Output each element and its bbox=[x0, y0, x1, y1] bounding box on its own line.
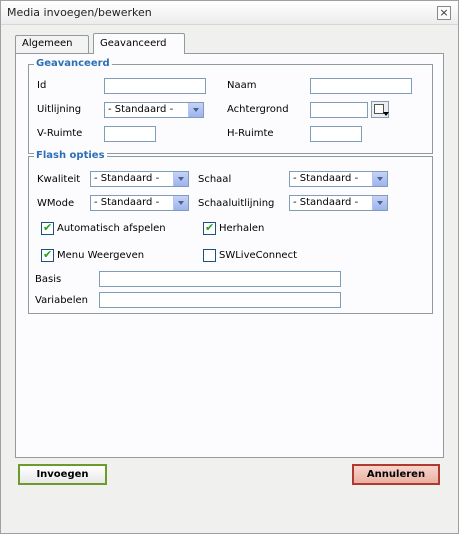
base-input[interactable] bbox=[99, 271, 341, 287]
background-label: Achtergrond bbox=[227, 104, 289, 115]
cancel-button[interactable]: Annuleren bbox=[352, 464, 440, 485]
chevron-down-icon bbox=[383, 112, 389, 116]
checkmark-icon: ✔ bbox=[43, 221, 53, 234]
menu-checkbox[interactable]: ✔ bbox=[41, 248, 54, 262]
align-label: Uitlijning bbox=[37, 104, 82, 115]
chevron-down-icon[interactable] bbox=[173, 196, 188, 210]
scale-select[interactable]: - Standaard - bbox=[289, 171, 388, 187]
advanced-legend: Geavanceerd bbox=[34, 58, 112, 69]
scale-label: Schaal bbox=[198, 174, 232, 185]
swlive-label: SWLiveConnect bbox=[219, 250, 298, 261]
align-value: - Standaard - bbox=[108, 104, 174, 115]
dialog-title: Media invoegen/bewerken bbox=[7, 6, 152, 19]
chevron-down-icon[interactable] bbox=[173, 172, 188, 186]
id-label: Id bbox=[37, 80, 47, 91]
chevron-down-icon[interactable] bbox=[372, 172, 387, 186]
quality-value: - Standaard - bbox=[94, 173, 160, 184]
tab-general[interactable]: Algemeen bbox=[15, 35, 89, 53]
name-label: Naam bbox=[227, 80, 257, 91]
title-bar: Media invoegen/bewerken × bbox=[1, 1, 458, 25]
media-dialog: Media invoegen/bewerken × Algemeen Geava… bbox=[0, 0, 459, 534]
autoplay-label: Automatisch afspelen bbox=[57, 223, 166, 234]
hspace-label: H-Ruimte bbox=[227, 128, 274, 139]
vspace-label: V-Ruimte bbox=[37, 128, 83, 139]
flash-fieldset: Flash opties Kwaliteit - Standaard - Sch… bbox=[28, 150, 433, 314]
align-select[interactable]: - Standaard - bbox=[104, 102, 204, 118]
close-icon[interactable]: × bbox=[437, 6, 451, 20]
flashvars-label: Variabelen bbox=[35, 295, 88, 306]
checkmark-icon: ✔ bbox=[43, 248, 53, 261]
base-label: Basis bbox=[35, 274, 62, 285]
wmode-select[interactable]: - Standaard - bbox=[90, 195, 189, 211]
quality-select[interactable]: - Standaard - bbox=[90, 171, 189, 187]
wmode-label: WMode bbox=[37, 198, 75, 209]
tab-panel-advanced: Geavanceerd Id Naam Uitlijning - Standaa… bbox=[15, 53, 444, 458]
id-input[interactable] bbox=[104, 78, 206, 94]
chevron-down-icon[interactable] bbox=[188, 103, 203, 117]
wmode-value: - Standaard - bbox=[94, 197, 160, 208]
vspace-input[interactable] bbox=[104, 126, 156, 142]
name-input[interactable] bbox=[310, 78, 412, 94]
advanced-fieldset: Geavanceerd Id Naam Uitlijning - Standaa… bbox=[28, 58, 433, 154]
color-picker-icon[interactable] bbox=[371, 101, 389, 118]
checkmark-icon: ✔ bbox=[205, 221, 215, 234]
flash-legend: Flash opties bbox=[34, 150, 107, 161]
loop-label: Herhalen bbox=[219, 223, 265, 234]
background-input[interactable] bbox=[310, 102, 368, 118]
hspace-input[interactable] bbox=[310, 126, 362, 142]
scale-value: - Standaard - bbox=[293, 173, 359, 184]
tab-advanced[interactable]: Geavanceerd bbox=[93, 33, 185, 54]
insert-button[interactable]: Invoegen bbox=[18, 464, 107, 485]
swlive-checkbox[interactable] bbox=[203, 249, 216, 262]
flashvars-input[interactable] bbox=[99, 292, 341, 308]
autoplay-checkbox[interactable]: ✔ bbox=[41, 221, 54, 235]
chevron-down-icon[interactable] bbox=[372, 196, 387, 210]
salign-label: Schaaluitlijning bbox=[198, 198, 275, 209]
loop-checkbox[interactable]: ✔ bbox=[203, 221, 216, 235]
menu-label: Menu Weergeven bbox=[57, 250, 145, 261]
salign-select[interactable]: - Standaard - bbox=[289, 195, 388, 211]
salign-value: - Standaard - bbox=[293, 197, 359, 208]
quality-label: Kwaliteit bbox=[37, 174, 81, 185]
